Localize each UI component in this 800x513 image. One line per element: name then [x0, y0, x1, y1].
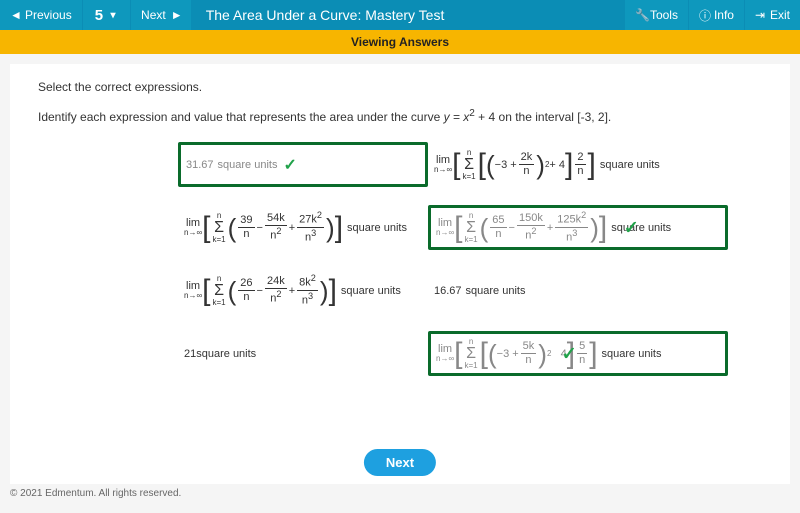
option-g-value: 21 [184, 348, 196, 360]
previous-label: Previous [25, 8, 72, 22]
answer-option-d[interactable]: limn→∞ [ nΣk=1 ( 65n − 150kn2 + 125k2n3 … [428, 205, 728, 250]
answer-grid: 31.67 square units ✓ limn→∞ [ nΣk=1 [ ( … [178, 142, 762, 376]
answer-option-f[interactable]: 16.67 square units [428, 268, 728, 313]
info-button[interactable]: ⓘ Info [688, 0, 744, 30]
check-icon: ✓ [283, 155, 296, 175]
exit-icon: ⇥ [755, 8, 765, 22]
top-navigation-bar: ◄ Previous 5 ▾ Next ► The Area Under a C… [0, 0, 800, 30]
tools-label: Tools [650, 8, 678, 22]
answer-option-b[interactable]: limn→∞ [ nΣk=1 [ ( −3 + 2kn )2 + 4 ] 2n … [428, 142, 728, 187]
copyright-footer: © 2021 Edmentum. All rights reserved. [0, 484, 800, 503]
limit-symbol: limn→∞ [434, 155, 452, 174]
units-label: square units [600, 159, 660, 171]
check-icon: ✓ [562, 343, 577, 364]
wrench-icon: 🔧 [635, 8, 645, 22]
check-icon: ✓ [624, 217, 639, 238]
question-number-dropdown[interactable]: 5 ▾ [83, 0, 131, 30]
question-page: Select the correct expressions. Identify… [10, 64, 790, 484]
previous-button[interactable]: ◄ Previous [0, 0, 83, 30]
lesson-title: The Area Under a Curve: Mastery Test [192, 0, 624, 30]
chevron-left-icon: ◄ [10, 8, 20, 22]
exit-label: Exit [770, 8, 790, 22]
question-prompt: Identify each expression and value that … [38, 108, 762, 124]
info-icon: ⓘ [699, 7, 709, 24]
next-nav-label: Next [141, 8, 166, 22]
answer-option-e[interactable]: limn→∞ [ nΣk=1 ( 26n − 24kn2 + 8k2n3 ) ]… [178, 268, 428, 313]
option-a-value: 31.67 [186, 159, 214, 171]
exit-button[interactable]: ⇥ Exit [744, 0, 800, 30]
option-f-value: 16.67 [434, 285, 462, 297]
viewing-answers-banner: Viewing Answers [0, 30, 800, 54]
answer-option-h[interactable]: limn→∞ [ nΣk=1 [ ( −3 + 5kn )2 4 ] 5n ] … [428, 331, 728, 376]
units-label: square units [218, 159, 278, 171]
answer-option-g[interactable]: 21square units [178, 331, 428, 376]
chevron-right-icon: ► [171, 8, 181, 22]
tools-button[interactable]: 🔧 Tools [624, 0, 688, 30]
info-label: Info [714, 8, 734, 22]
next-nav-button[interactable]: Next ► [131, 0, 192, 30]
sigma-symbol: nΣk=1 [463, 149, 476, 181]
question-number: 5 [95, 7, 103, 24]
next-button[interactable]: Next [364, 449, 436, 476]
answer-option-a[interactable]: 31.67 square units ✓ [178, 142, 428, 187]
instruction-text: Select the correct expressions. [38, 80, 762, 94]
answer-option-c[interactable]: limn→∞ [ nΣk=1 ( 39n − 54kn2 + 27k2n3 ) … [178, 205, 428, 250]
chevron-down-icon: ▾ [108, 10, 118, 21]
